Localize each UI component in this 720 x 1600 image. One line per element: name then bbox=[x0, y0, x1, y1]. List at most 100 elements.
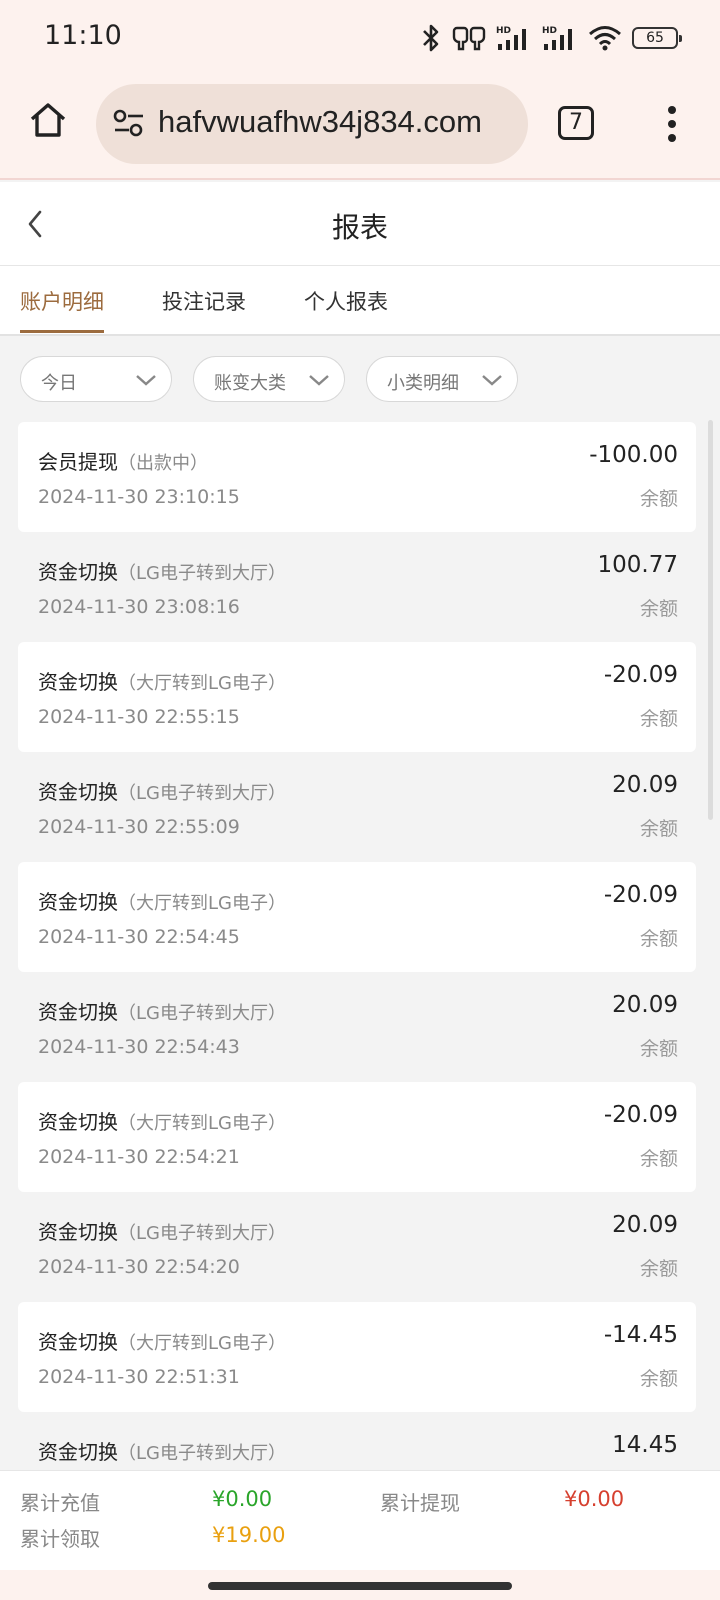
record-title: 资金切换 bbox=[38, 1220, 118, 1244]
record-subtitle: （LG电子转到大厅） bbox=[118, 783, 286, 804]
record-amount: -20.09 bbox=[603, 882, 678, 908]
more-vert-icon[interactable] bbox=[662, 106, 682, 142]
earbuds-icon bbox=[452, 26, 486, 51]
record-amount: 20.09 bbox=[612, 992, 678, 1018]
list-item[interactable]: 资金切换（大厅转到LG电子） 2024-11-30 22:54:21 -20.0… bbox=[18, 1082, 696, 1192]
record-title: 资金切换 bbox=[38, 1440, 118, 1464]
svg-text:HD: HD bbox=[496, 26, 511, 36]
filter-category-dropdown[interactable]: 账变大类 bbox=[193, 356, 345, 402]
record-balance-label: 余额 bbox=[639, 928, 678, 950]
record-subtitle: （LG电子转到大厅） bbox=[118, 563, 286, 584]
page-header: 报表 bbox=[0, 182, 720, 266]
record-date: 2024-11-30 22:54:20 bbox=[38, 1256, 240, 1278]
records-list: 会员提现（出款中） 2024-11-30 23:10:15 -100.00 余额… bbox=[18, 422, 696, 1470]
recharge-total-label: 累计充值 bbox=[20, 1491, 100, 1515]
chevron-down-icon bbox=[309, 375, 329, 386]
filter-date-dropdown[interactable]: 今日 bbox=[20, 356, 172, 402]
record-balance-label: 余额 bbox=[639, 1148, 678, 1170]
list-item[interactable]: 资金切换（大厅转到LG电子） 2024-11-30 22:51:31 -14.4… bbox=[18, 1302, 696, 1412]
list-item[interactable]: 资金切换（LG电子转到大厅） 2024-11-30 22:54:20 20.09… bbox=[18, 1192, 696, 1302]
gesture-nav-area bbox=[0, 1570, 720, 1600]
record-date: 2024-11-30 22:55:09 bbox=[38, 816, 240, 838]
record-date: 2024-11-30 22:54:21 bbox=[38, 1146, 240, 1168]
record-amount: 14.45 bbox=[612, 1432, 678, 1458]
record-amount: -20.09 bbox=[603, 1102, 678, 1128]
record-amount: 100.77 bbox=[597, 552, 678, 578]
record-title: 资金切换 bbox=[38, 1330, 118, 1354]
tab-active-indicator bbox=[20, 330, 104, 333]
claim-total-label: 累计领取 bbox=[20, 1527, 100, 1551]
recharge-total-value: ¥0.00 bbox=[212, 1487, 273, 1511]
filter-date-label: 今日 bbox=[41, 373, 77, 394]
wifi-icon bbox=[589, 26, 621, 51]
filter-bar: 今日 账变大类 小类明细 bbox=[0, 336, 720, 416]
record-title: 资金切换 bbox=[38, 1110, 118, 1134]
record-balance-label: 余额 bbox=[639, 598, 678, 620]
claim-total-value: ¥19.00 bbox=[212, 1523, 286, 1547]
record-subtitle: （LG电子转到大厅） bbox=[118, 1443, 286, 1464]
record-amount: 20.09 bbox=[612, 772, 678, 798]
list-item[interactable]: 资金切换（大厅转到LG电子） 2024-11-30 22:54:45 -20.0… bbox=[18, 862, 696, 972]
record-subtitle: （出款中） bbox=[118, 453, 208, 474]
hd-signal-icon: HD bbox=[542, 26, 572, 50]
record-balance-label: 余额 bbox=[639, 488, 678, 510]
record-balance-label: 余额 bbox=[639, 1038, 678, 1060]
address-bar[interactable]: hafvwuafhw34j834.com bbox=[96, 84, 528, 164]
tab-bar: 账户明细 投注记录 个人报表 bbox=[0, 266, 720, 336]
record-date: 2024-11-30 22:55:15 bbox=[38, 706, 240, 728]
filter-subcategory-dropdown[interactable]: 小类明细 bbox=[366, 356, 518, 402]
list-item[interactable]: 资金切换（大厅转到LG电子） 2024-11-30 22:55:15 -20.0… bbox=[18, 642, 696, 752]
list-item[interactable]: 资金切换（LG电子转到大厅） 2024-11-30 22:54:43 20.09… bbox=[18, 972, 696, 1082]
record-amount: -100.00 bbox=[589, 442, 678, 468]
status-time: 11:10 bbox=[44, 20, 122, 51]
record-title: 资金切换 bbox=[38, 780, 118, 804]
withdraw-total-value: ¥0.00 bbox=[564, 1487, 625, 1511]
record-subtitle: （大厅转到LG电子） bbox=[118, 1333, 286, 1354]
tab-switcher-button[interactable]: 7 bbox=[558, 106, 594, 140]
battery-icon: 65 bbox=[632, 27, 682, 49]
record-title: 资金切换 bbox=[38, 670, 118, 694]
withdraw-total-label: 累计提现 bbox=[380, 1491, 460, 1515]
filter-category-label: 账变大类 bbox=[214, 373, 286, 394]
page-title: 报表 bbox=[331, 211, 388, 244]
chevron-down-icon bbox=[136, 375, 156, 386]
record-title: 资金切换 bbox=[38, 1000, 118, 1024]
record-date: 2024-11-30 22:54:43 bbox=[38, 1036, 240, 1058]
record-amount: 20.09 bbox=[612, 1212, 678, 1238]
list-item[interactable]: 资金切换（LG电子转到大厅） 2024-11-30 23:08:16 100.7… bbox=[18, 532, 696, 642]
bluetooth-icon bbox=[423, 24, 439, 52]
list-item[interactable]: 资金切换（LG电子转到大厅） 2024-11-30 22:55:09 20.09… bbox=[18, 752, 696, 862]
url-text[interactable]: hafvwuafhw34j834.com bbox=[158, 104, 482, 140]
home-gesture-handle[interactable] bbox=[208, 1582, 512, 1590]
tab-bet-records[interactable]: 投注记录 bbox=[162, 286, 246, 316]
record-date: 2024-11-30 22:54:45 bbox=[38, 926, 240, 948]
record-subtitle: （LG电子转到大厅） bbox=[118, 1003, 286, 1024]
record-title: 资金切换 bbox=[38, 560, 118, 584]
record-subtitle: （大厅转到LG电子） bbox=[118, 1113, 286, 1134]
record-date: 2024-11-30 23:08:16 bbox=[38, 596, 240, 618]
hd-signal-icon: HD bbox=[496, 26, 526, 50]
record-date: 2024-11-30 23:10:15 bbox=[38, 486, 240, 508]
record-balance-label: 余额 bbox=[639, 708, 678, 730]
list-item[interactable]: 资金切换（LG电子转到大厅） 14.45 bbox=[18, 1412, 696, 1470]
record-date: 2024-11-30 22:51:31 bbox=[38, 1366, 240, 1388]
record-title: 资金切换 bbox=[38, 890, 118, 914]
record-amount: -14.45 bbox=[603, 1322, 678, 1348]
summary-bar: 累计充值 ¥0.00 累计提现 ¥0.00 累计领取 ¥19.00 bbox=[0, 1470, 720, 1570]
home-icon[interactable] bbox=[28, 100, 68, 140]
filter-subcategory-label: 小类明细 bbox=[387, 373, 459, 394]
record-title: 会员提现 bbox=[38, 450, 118, 474]
status-bar: 11:10 HD HD 65 bbox=[0, 0, 720, 76]
record-balance-label: 余额 bbox=[639, 818, 678, 840]
tune-icon[interactable] bbox=[112, 108, 146, 138]
tab-personal-report[interactable]: 个人报表 bbox=[304, 286, 388, 316]
chevron-down-icon bbox=[482, 375, 502, 386]
list-item[interactable]: 会员提现（出款中） 2024-11-30 23:10:15 -100.00 余额 bbox=[18, 422, 696, 532]
record-amount: -20.09 bbox=[603, 662, 678, 688]
record-balance-label: 余额 bbox=[639, 1368, 678, 1390]
svg-text:HD: HD bbox=[542, 26, 557, 36]
tab-account-details[interactable]: 账户明细 bbox=[20, 286, 104, 316]
list-scrollbar[interactable] bbox=[708, 420, 713, 820]
record-balance-label: 余额 bbox=[639, 1258, 678, 1280]
record-subtitle: （大厅转到LG电子） bbox=[118, 893, 286, 914]
